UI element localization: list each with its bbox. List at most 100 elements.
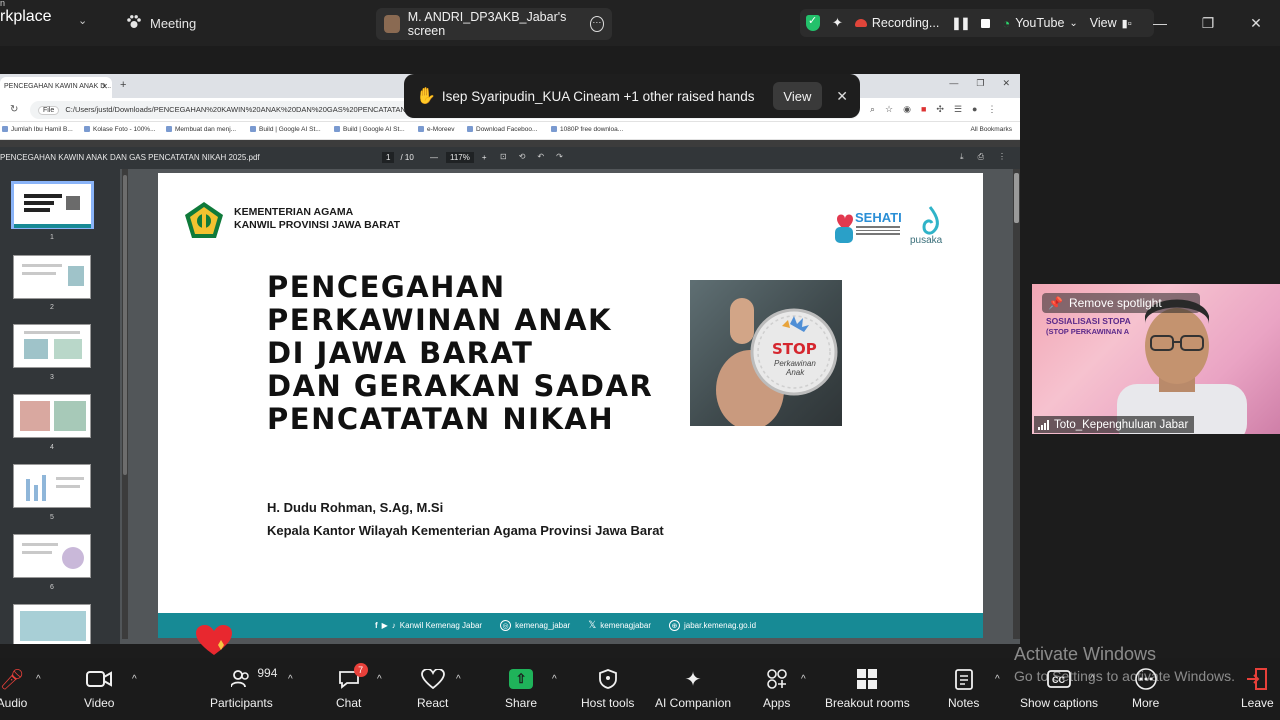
spotlight-video-tile[interactable]: SOSIALISASI STOPA (STOP PERKAWINAN A 📌 R… bbox=[1032, 284, 1280, 434]
new-badge-icon[interactable]: ■ bbox=[921, 104, 926, 115]
stop-campaign-photo: STOP Perkawinan Anak bbox=[690, 280, 842, 426]
bookmark-item[interactable]: Download Faceboo... bbox=[467, 126, 537, 133]
bookmark-item[interactable]: 1080P free downloa... bbox=[551, 126, 623, 133]
close-icon[interactable]: ✕ bbox=[1232, 0, 1280, 46]
close-icon[interactable]: ✕ bbox=[836, 88, 848, 105]
maximize-icon[interactable]: ❐ bbox=[1184, 0, 1232, 46]
remove-spotlight-button[interactable]: 📌 Remove spotlight bbox=[1042, 293, 1200, 313]
page-thumbnail[interactable] bbox=[13, 255, 91, 299]
print-icon[interactable]: ⎙ bbox=[978, 152, 984, 162]
browser-tab[interactable]: PENCEGAHAN KAWIN ANAK D... ✕ bbox=[0, 77, 112, 98]
ai-sparkle[interactable]: ✦ bbox=[826, 15, 849, 31]
page-thumbnail[interactable] bbox=[13, 324, 91, 368]
reload-icon[interactable]: ↻ bbox=[10, 104, 18, 115]
rotate-icon[interactable]: ⟲ bbox=[519, 152, 526, 161]
chevron-down-icon[interactable]: ⌄ bbox=[78, 14, 87, 27]
page-thumbnail[interactable] bbox=[13, 604, 91, 644]
bookmark-item[interactable]: Membuat dan menj... bbox=[166, 126, 236, 133]
meeting-menu[interactable]: Meeting bbox=[126, 14, 196, 33]
zoom-level-input[interactable]: 117% bbox=[446, 152, 474, 163]
stop-sub1: Perkawinan bbox=[774, 359, 816, 368]
video-options-caret[interactable]: ^ bbox=[132, 674, 137, 685]
share-screen-button[interactable]: ⇧ Share bbox=[505, 666, 537, 710]
muted-mic-icon: 🎤︎ bbox=[0, 668, 25, 691]
minimize-icon[interactable]: — bbox=[1136, 0, 1184, 46]
pdf-filename: PENCEGAHAN KAWIN ANAK DAN GAS PENCATATAN… bbox=[0, 153, 260, 162]
participants-options-caret[interactable]: ^ bbox=[288, 674, 293, 685]
org-line1: KEMENTERIAN AGAMA bbox=[234, 206, 354, 218]
bookmark-item[interactable]: Kolase Foto - 100%... bbox=[84, 126, 156, 133]
thumbnail-scrollbar[interactable] bbox=[122, 169, 128, 639]
instagram-icon: ◎ bbox=[500, 620, 512, 631]
maximize-icon[interactable]: ❐ bbox=[976, 78, 984, 89]
apps-options-caret[interactable]: ^ bbox=[801, 674, 806, 685]
view-menu[interactable]: View ▮▫ bbox=[1084, 16, 1138, 30]
audio-button[interactable]: 🎤︎ Audio bbox=[0, 666, 27, 711]
chat-button[interactable]: 7 Chat bbox=[336, 663, 368, 710]
stop-recording-button[interactable] bbox=[975, 18, 996, 28]
close-tab-icon[interactable]: ✕ bbox=[101, 82, 108, 91]
website-text: jabar.kemenag.go.id bbox=[683, 621, 757, 630]
zoom-in-icon[interactable]: + bbox=[482, 153, 487, 162]
view-label: View bbox=[1089, 16, 1117, 30]
leave-button[interactable]: Leave bbox=[1241, 666, 1274, 710]
title-line: PENCEGAHAN bbox=[267, 270, 506, 304]
pause-icon: ❚❚ bbox=[951, 16, 970, 30]
zoom-icon[interactable]: ⌕ bbox=[870, 104, 875, 115]
bookmark-item[interactable]: e-Moreev bbox=[418, 126, 454, 133]
youtube-stream-menu[interactable]: ◔ YouTube ⌄ bbox=[996, 16, 1083, 31]
download-icon[interactable]: ⤓ bbox=[960, 152, 964, 162]
more-options-icon[interactable]: ··· bbox=[589, 16, 604, 32]
zoom-out-icon[interactable]: — bbox=[430, 153, 438, 162]
minimize-icon[interactable]: — bbox=[949, 78, 958, 89]
share-options-caret[interactable]: ^ bbox=[552, 674, 557, 685]
video-button[interactable]: Video bbox=[84, 666, 114, 710]
bookmark-item[interactable]: Build | Google AI St... bbox=[250, 126, 321, 133]
redo-icon[interactable]: ↷ bbox=[556, 152, 563, 161]
menu-icon[interactable]: ⋮ bbox=[987, 104, 996, 115]
host-tools-button[interactable]: Host tools bbox=[581, 666, 634, 710]
sehati-tagline bbox=[856, 226, 900, 236]
presenter-role: Kepala Kantor Wilayah Kementerian Agama … bbox=[267, 523, 664, 538]
audio-options-caret[interactable]: ^ bbox=[36, 674, 41, 685]
view-raised-hands-button[interactable]: View bbox=[772, 82, 823, 110]
apps-button[interactable]: Apps bbox=[763, 666, 790, 710]
page-number-input[interactable]: 1 bbox=[382, 152, 395, 163]
new-tab-icon[interactable]: + bbox=[120, 79, 126, 91]
heart-reaction-icon bbox=[196, 625, 232, 655]
breakout-rooms-button[interactable]: Breakout rooms bbox=[825, 666, 910, 710]
pause-recording-button[interactable]: ❚❚ bbox=[945, 16, 975, 30]
thumbnail-number: 6 bbox=[50, 584, 54, 591]
chat-options-caret[interactable]: ^ bbox=[377, 674, 382, 685]
page-thumbnail[interactable] bbox=[13, 464, 91, 508]
ai-companion-button[interactable]: ✦ AI Companion bbox=[655, 666, 731, 711]
org-name: KEMENTERIAN AGAMA KANWIL PROVINSI JAWA B… bbox=[234, 206, 400, 232]
close-icon[interactable]: ✕ bbox=[1002, 78, 1010, 89]
react-button[interactable]: React bbox=[417, 666, 448, 710]
profile-avatar[interactable]: ● bbox=[972, 104, 977, 115]
more-vertical-icon[interactable]: ⋮ bbox=[998, 152, 1006, 162]
sidebar-icon[interactable]: ☰ bbox=[954, 104, 962, 115]
bookmark-item[interactable]: Jumlah Ibu Hamil B... bbox=[2, 126, 73, 133]
security-shield[interactable] bbox=[800, 14, 826, 31]
extension-icon[interactable]: ◉ bbox=[903, 104, 911, 115]
page-thumbnail[interactable] bbox=[13, 534, 91, 578]
all-bookmarks[interactable]: All Bookmarks bbox=[970, 126, 1012, 133]
page-thumbnail[interactable] bbox=[11, 181, 94, 229]
page-thumbnail[interactable] bbox=[13, 394, 91, 438]
notes-button[interactable]: Notes bbox=[948, 666, 979, 710]
notes-options-caret[interactable]: ^ bbox=[995, 674, 1000, 685]
document-scrollbar[interactable] bbox=[1013, 169, 1020, 639]
screen-share-indicator[interactable]: M. ANDRI_DP3AKB_Jabar's screen ··· bbox=[376, 8, 612, 40]
social-group-2: ◎ kemenag_jabar bbox=[500, 620, 570, 631]
participants-button[interactable]: 994 Participants bbox=[210, 666, 277, 710]
react-options-caret[interactable]: ^ bbox=[456, 674, 461, 685]
thumbnail-sidebar: 1 2 3 4 5 6 bbox=[0, 169, 120, 644]
recording-status[interactable]: Recording... bbox=[849, 16, 945, 30]
remove-spotlight-label: Remove spotlight bbox=[1068, 296, 1162, 310]
puzzle-icon[interactable]: ✣ bbox=[936, 104, 944, 115]
bookmark-item[interactable]: Build | Google AI St... bbox=[334, 126, 405, 133]
bookmark-star-icon[interactable]: ☆ bbox=[885, 104, 893, 115]
fit-page-icon[interactable]: ⊡ bbox=[500, 152, 507, 161]
undo-icon[interactable]: ↶ bbox=[537, 152, 544, 161]
